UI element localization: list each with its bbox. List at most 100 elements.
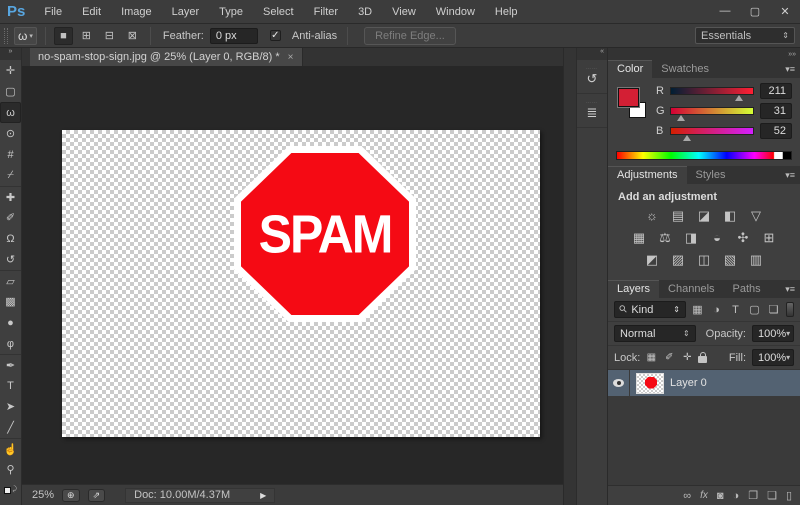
- anti-alias-checkbox[interactable]: ✓: [270, 30, 281, 41]
- document-canvas[interactable]: SPAM: [62, 130, 540, 437]
- delete-layer-icon[interactable]: ▯: [786, 489, 792, 502]
- feather-input[interactable]: 0 px: [210, 28, 258, 44]
- new-layer-icon[interactable]: ❏: [767, 489, 777, 502]
- link-layers-icon[interactable]: ∞: [683, 490, 691, 502]
- new-selection-button[interactable]: ■: [54, 27, 73, 45]
- layer-mask-icon[interactable]: ◙: [717, 490, 724, 502]
- workspace-switcher[interactable]: Essentials ⇕: [695, 27, 795, 44]
- blue-slider-thumb[interactable]: [683, 135, 691, 141]
- shape-filter-icon[interactable]: ▢: [747, 303, 762, 316]
- pixel-filter-icon[interactable]: ▦: [690, 303, 705, 316]
- dock-collapse-button[interactable]: «: [577, 48, 607, 60]
- panel-menu-icon[interactable]: ▾≡: [785, 170, 800, 184]
- history-brush-tool[interactable]: ↺: [0, 249, 21, 270]
- share-icon[interactable]: ⇗: [88, 489, 106, 502]
- red-value-field[interactable]: 211: [760, 83, 792, 99]
- layer-thumbnail[interactable]: [637, 374, 663, 393]
- current-tool-preset[interactable]: ω ▾: [14, 27, 37, 45]
- lock-all-icon[interactable]: [698, 356, 707, 363]
- panels-collapse-button[interactable]: »»: [608, 48, 800, 60]
- brush-tool[interactable]: ✐: [0, 207, 21, 228]
- path-selection-tool[interactable]: ➤: [0, 396, 21, 417]
- gradient-tool[interactable]: ▩: [0, 291, 21, 312]
- gradient-map-icon[interactable]: ▧: [722, 252, 738, 268]
- toolbar-collapse-button[interactable]: »: [0, 48, 21, 60]
- layers-list-empty-area[interactable]: [608, 396, 800, 485]
- threshold-icon[interactable]: ◫: [696, 252, 712, 268]
- menu-file[interactable]: File: [34, 2, 72, 22]
- hand-tool[interactable]: ☝: [0, 438, 21, 459]
- blur-tool[interactable]: ●: [0, 312, 21, 333]
- levels-icon[interactable]: ▤: [670, 208, 686, 224]
- canvas-pasteboard[interactable]: SPAM: [22, 66, 563, 484]
- layer-visibility-cell[interactable]: [608, 370, 630, 396]
- red-slider[interactable]: [670, 87, 754, 95]
- color-balance-icon[interactable]: ⚖: [657, 230, 673, 246]
- layer-effects-icon[interactable]: fx: [700, 490, 708, 501]
- lasso-tool[interactable]: ω: [0, 102, 21, 123]
- green-slider[interactable]: [670, 107, 754, 115]
- eraser-tool[interactable]: ▱: [0, 270, 21, 291]
- layer-row-layer0[interactable]: Layer 0: [608, 370, 800, 396]
- selective-color-icon[interactable]: ▥: [748, 252, 764, 268]
- menu-layer[interactable]: Layer: [162, 2, 210, 22]
- red-slider-thumb[interactable]: [735, 95, 743, 101]
- menu-3d[interactable]: 3D: [348, 2, 382, 22]
- blue-slider[interactable]: [670, 127, 754, 135]
- minimize-button[interactable]: —: [710, 2, 740, 21]
- panel-menu-icon[interactable]: ▾≡: [785, 64, 800, 78]
- foreground-background-swatches[interactable]: ⤸: [0, 480, 21, 500]
- menu-edit[interactable]: Edit: [72, 2, 111, 22]
- vertical-scrollbar[interactable]: [563, 48, 576, 505]
- lock-transparency-icon[interactable]: ▦: [644, 352, 658, 363]
- blue-value-field[interactable]: 52: [760, 123, 792, 139]
- subtract-from-selection-button[interactable]: ⊟: [100, 27, 119, 45]
- layer-name[interactable]: Layer 0: [670, 377, 707, 389]
- crop-tool[interactable]: #: [0, 144, 21, 165]
- intersect-selection-button[interactable]: ⊠: [123, 27, 142, 45]
- pen-tool[interactable]: ✒: [0, 354, 21, 375]
- adjustment-filter-icon[interactable]: ◑: [709, 304, 724, 316]
- color-lookup-icon[interactable]: ⊞: [761, 230, 777, 246]
- tab-adjustments[interactable]: Adjustments: [608, 166, 687, 184]
- zoom-tool[interactable]: ⚲: [0, 459, 21, 480]
- add-to-selection-button[interactable]: ⊞: [77, 27, 96, 45]
- opacity-dropdown[interactable]: 100% ▾: [752, 325, 794, 342]
- quick-selection-tool[interactable]: ⊙: [0, 123, 21, 144]
- spot-healing-brush-tool[interactable]: ✚: [0, 186, 21, 207]
- hue-saturation-icon[interactable]: ▦: [631, 230, 647, 246]
- menu-window[interactable]: Window: [426, 2, 485, 22]
- posterize-icon[interactable]: ▨: [670, 252, 686, 268]
- tab-color[interactable]: Color: [608, 60, 652, 78]
- filter-toggle-switch[interactable]: [786, 302, 794, 317]
- lock-position-icon[interactable]: ✛: [680, 352, 694, 363]
- type-filter-icon[interactable]: T: [728, 304, 743, 316]
- document-tab[interactable]: no-spam-stop-sign.jpg @ 25% (Layer 0, RG…: [30, 48, 303, 66]
- refine-edge-button[interactable]: Refine Edge...: [364, 27, 456, 45]
- menu-view[interactable]: View: [382, 2, 426, 22]
- tab-styles[interactable]: Styles: [687, 167, 735, 184]
- brightness-contrast-icon[interactable]: ☼: [644, 208, 660, 224]
- line-tool[interactable]: ╱: [0, 417, 21, 438]
- kind-filter-dropdown[interactable]: ⚲ Kind ⇕: [614, 301, 686, 318]
- zoom-level-field[interactable]: 25%: [32, 489, 54, 501]
- status-flyout-icon[interactable]: ▶: [260, 491, 266, 500]
- curves-icon[interactable]: ◪: [696, 208, 712, 224]
- history-panel-button[interactable]: ⋯⋯ ↺: [577, 60, 607, 94]
- tab-layers[interactable]: Layers: [608, 280, 659, 298]
- vibrance-icon[interactable]: ▽: [748, 208, 764, 224]
- menu-type[interactable]: Type: [209, 2, 253, 22]
- foreground-color-swatch[interactable]: [618, 88, 639, 107]
- tab-channels[interactable]: Channels: [659, 281, 723, 298]
- menu-select[interactable]: Select: [253, 2, 304, 22]
- green-value-field[interactable]: 31: [760, 103, 792, 119]
- menu-image[interactable]: Image: [111, 2, 162, 22]
- photo-filter-icon[interactable]: ◒: [709, 230, 725, 246]
- new-adjustment-layer-icon[interactable]: ◑: [733, 490, 740, 502]
- panel-menu-icon[interactable]: ▾≡: [785, 284, 800, 298]
- color-spectrum-ramp[interactable]: [616, 151, 792, 160]
- clone-stamp-tool[interactable]: Ω: [0, 228, 21, 249]
- tab-paths[interactable]: Paths: [724, 281, 770, 298]
- fill-dropdown[interactable]: 100% ▾: [752, 349, 794, 366]
- new-group-icon[interactable]: ❐: [748, 489, 758, 502]
